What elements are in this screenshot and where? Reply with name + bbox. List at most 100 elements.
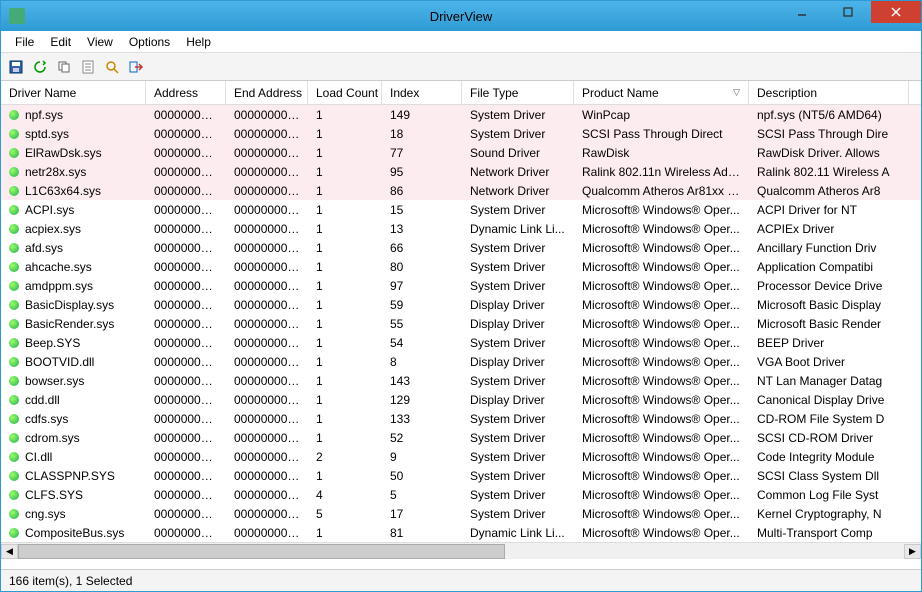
cell-prod: Microsoft® Windows® Oper... [574,449,749,465]
driver-name: sptd.sys [25,127,69,141]
column-header-address[interactable]: Address [146,81,226,104]
table-row[interactable]: cdfs.sys00000000`0...00000000`0...1133Sy… [1,409,921,428]
table-row[interactable]: bowser.sys00000000`0...00000000`0...1143… [1,371,921,390]
cell-prod: Microsoft® Windows® Oper... [574,468,749,484]
cell-load: 1 [308,259,382,275]
cell-idx: 8 [382,354,462,370]
table-row[interactable]: CLASSPNP.SYS00000000`0...00000000`0...15… [1,466,921,485]
scroll-left-button[interactable]: ◀ [1,544,18,559]
column-header-driver-name[interactable]: Driver Name [1,81,146,104]
cell-addr: 00000000`0... [146,202,226,218]
horizontal-scrollbar[interactable]: ◀ ▶ [1,542,921,559]
table-row[interactable]: ElRawDsk.sys00000000`0...00000000`0...17… [1,143,921,162]
driver-name: BOOTVID.dll [25,355,94,369]
table-row[interactable]: netr28x.sys00000000`0...00000000`0...195… [1,162,921,181]
cell-load: 1 [308,392,382,408]
table-row[interactable]: acpiex.sys00000000`0...00000000`0...113D… [1,219,921,238]
column-header-load-count[interactable]: Load Count [308,81,382,104]
scroll-right-button[interactable]: ▶ [904,544,921,559]
table-row[interactable]: Beep.SYS00000000`0...00000000`0...154Sys… [1,333,921,352]
menu-edit[interactable]: Edit [42,33,79,51]
copy-icon[interactable] [53,56,75,78]
cell-ftype: Network Driver [462,164,574,180]
cell-ftype: System Driver [462,506,574,522]
statusbar: 166 item(s), 1 Selected [1,569,921,591]
menu-file[interactable]: File [7,33,42,51]
table-row[interactable]: L1C63x64.sys00000000`0...00000000`0...18… [1,181,921,200]
cell-idx: 129 [382,392,462,408]
cell-ftype: System Driver [462,240,574,256]
close-button[interactable] [871,1,921,23]
driver-status-icon [9,490,19,500]
column-header-product-name[interactable]: Product Name▽ [574,81,749,104]
cell-addr: 00000000`0... [146,506,226,522]
cell-eaddr: 00000000`0... [226,430,308,446]
exit-icon[interactable] [125,56,147,78]
minimize-button[interactable] [779,1,825,23]
properties-icon[interactable] [77,56,99,78]
driver-name: amdppm.sys [25,279,93,293]
table-row[interactable]: CLFS.SYS00000000`0...00000000`0...45Syst… [1,485,921,504]
table-row[interactable]: CI.dll00000000`0...00000000`0...29System… [1,447,921,466]
cell-eaddr: 00000000`0... [226,221,308,237]
driver-status-icon [9,433,19,443]
find-icon[interactable] [101,56,123,78]
table-row[interactable]: cdd.dll00000000`0...00000000`0...1129Dis… [1,390,921,409]
driver-name: BasicRender.sys [25,317,114,331]
table-row[interactable]: npf.sys00000000`0...00000000`0...1149Sys… [1,105,921,124]
cell-ftype: System Driver [462,430,574,446]
cell-idx: 81 [382,525,462,541]
driver-name: bowser.sys [25,374,84,388]
column-header-description[interactable]: Description [749,81,909,104]
cell-desc: ACPIEx Driver [749,221,909,237]
column-header-file-type[interactable]: File Type [462,81,574,104]
cell-addr: 00000000`0... [146,126,226,142]
driver-status-icon [9,129,19,139]
menu-view[interactable]: View [79,33,121,51]
cell-idx: 149 [382,107,462,123]
menu-help[interactable]: Help [178,33,219,51]
cell-addr: 00000000`0... [146,221,226,237]
cell-eaddr: 00000000`0... [226,373,308,389]
cell-addr: 00000000`0... [146,392,226,408]
cell-load: 1 [308,316,382,332]
cell-prod: Microsoft® Windows® Oper... [574,411,749,427]
table-row[interactable]: BOOTVID.dll00000000`0...00000000`0...18D… [1,352,921,371]
titlebar[interactable]: DriverView [1,1,921,31]
driver-status-icon [9,110,19,120]
column-header-index[interactable]: Index [382,81,462,104]
table-row[interactable]: ahcache.sys00000000`0...00000000`0...180… [1,257,921,276]
cell-prod: Microsoft® Windows® Oper... [574,373,749,389]
table-row[interactable]: BasicDisplay.sys00000000`0...00000000`0.… [1,295,921,314]
driver-list[interactable]: Driver NameAddressEnd AddressLoad CountI… [1,81,921,569]
table-row[interactable]: CompositeBus.sys00000000`0...00000000`0.… [1,523,921,542]
table-row[interactable]: afd.sys00000000`0...00000000`0...166Syst… [1,238,921,257]
column-header-end-address[interactable]: End Address [226,81,308,104]
scroll-track[interactable] [18,544,904,559]
driver-name: afd.sys [25,241,63,255]
table-row[interactable]: cng.sys00000000`0...00000000`0...517Syst… [1,504,921,523]
cell-desc: Microsoft Basic Display [749,297,909,313]
cell-ftype: System Driver [462,126,574,142]
cell-prod: SCSI Pass Through Direct [574,126,749,142]
table-row[interactable]: BasicRender.sys00000000`0...00000000`0..… [1,314,921,333]
table-row[interactable]: ACPI.sys00000000`0...00000000`0...115Sys… [1,200,921,219]
table-row[interactable]: cdrom.sys00000000`0...00000000`0...152Sy… [1,428,921,447]
driver-status-icon [9,528,19,538]
maximize-button[interactable] [825,1,871,23]
cell-idx: 52 [382,430,462,446]
refresh-icon[interactable] [29,56,51,78]
driver-status-icon [9,452,19,462]
menu-options[interactable]: Options [121,33,178,51]
cell-idx: 97 [382,278,462,294]
driver-status-icon [9,357,19,367]
table-row[interactable]: amdppm.sys00000000`0...00000000`0...197S… [1,276,921,295]
window-title: DriverView [430,9,493,24]
table-row[interactable]: sptd.sys00000000`0...00000000`0...118Sys… [1,124,921,143]
cell-desc: Microsoft Basic Render [749,316,909,332]
scroll-thumb[interactable] [18,544,505,559]
driver-name: CLFS.SYS [25,488,83,502]
driver-status-icon [9,186,19,196]
save-icon[interactable] [5,56,27,78]
cell-prod: Microsoft® Windows® Oper... [574,487,749,503]
